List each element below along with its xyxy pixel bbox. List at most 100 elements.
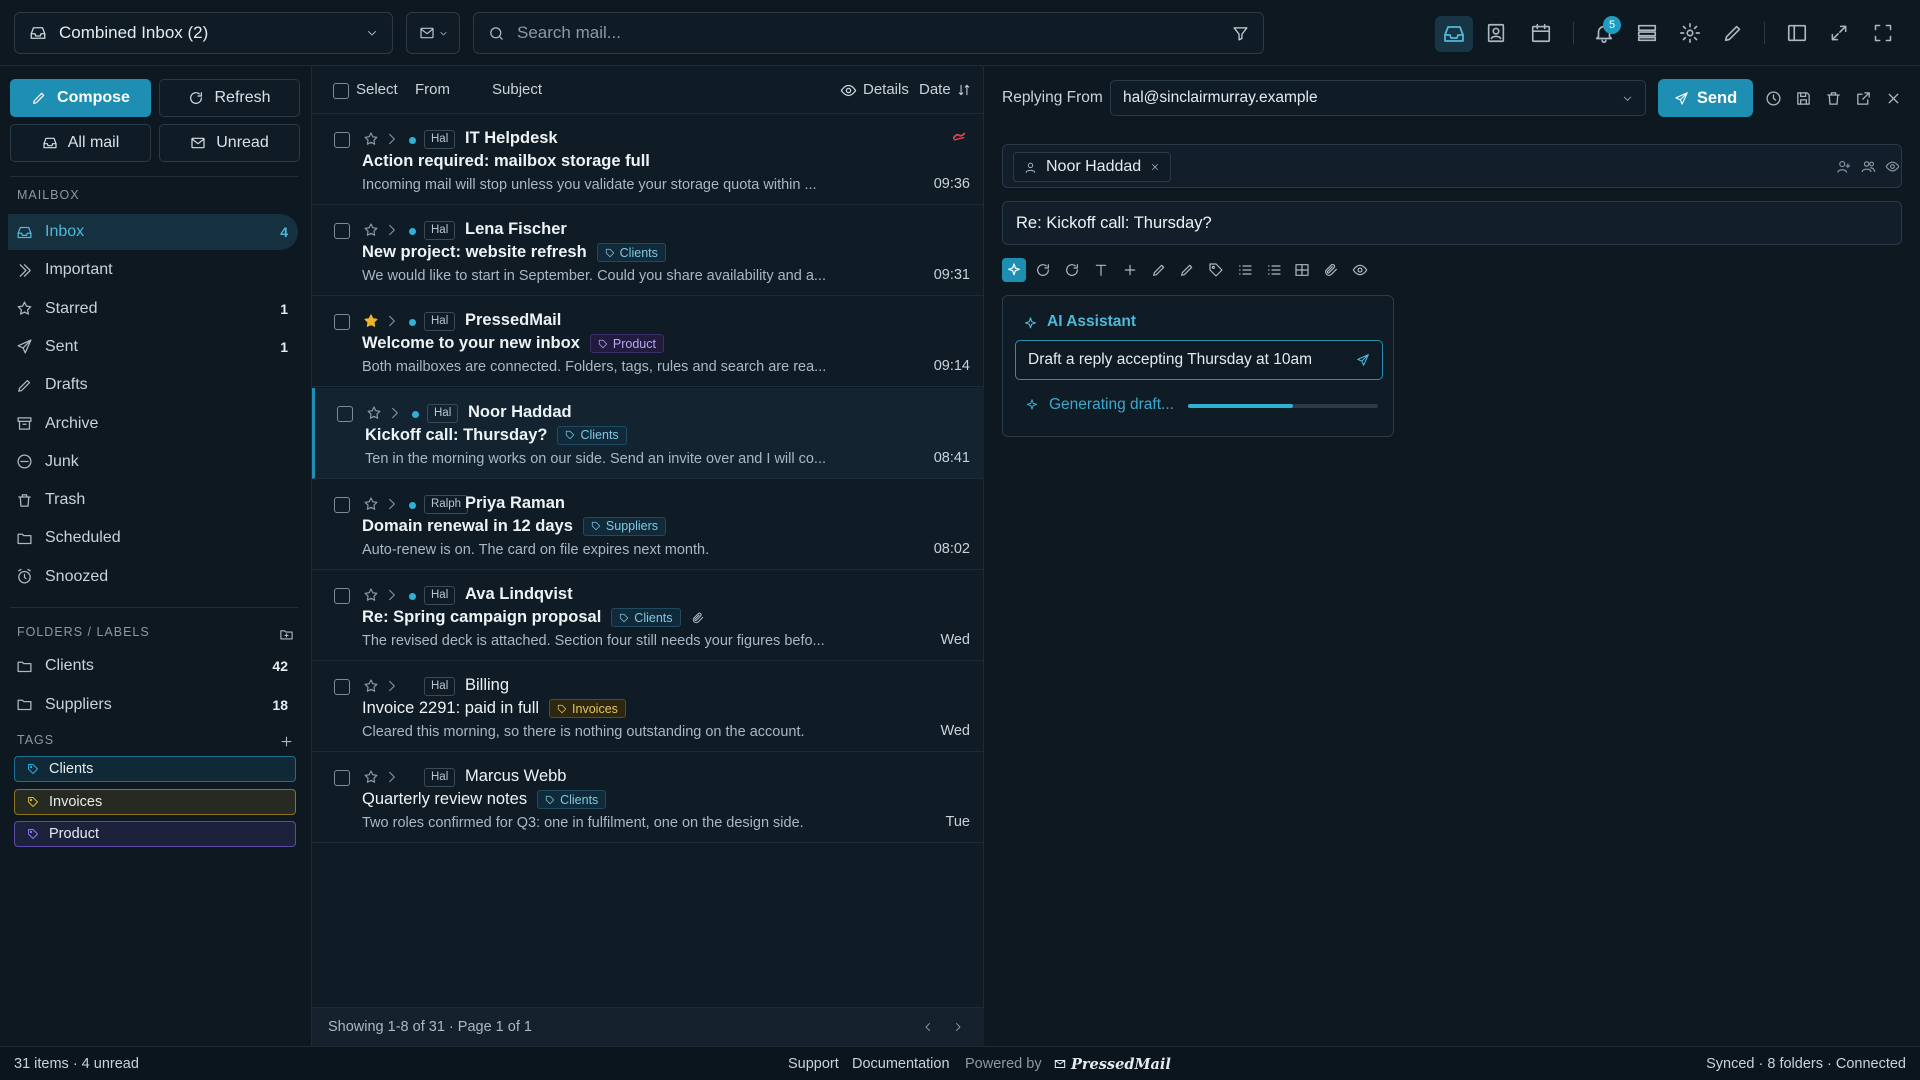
star-icon[interactable] [363, 131, 379, 147]
star-icon[interactable] [363, 496, 379, 512]
support-link[interactable]: Support [788, 1056, 839, 1072]
folder-item-clients[interactable]: Clients 42 [8, 648, 298, 684]
undo-icon[interactable] [1035, 262, 1051, 278]
filter-icon[interactable] [1232, 25, 1249, 42]
add-bcc-icon[interactable] [1861, 159, 1876, 174]
row-checkbox[interactable] [334, 770, 350, 787]
date-sort-header[interactable]: Date [919, 81, 951, 98]
message-row[interactable]: Hal Noor Haddad Kickoff call: Thursday? Cli… [312, 387, 984, 479]
preview-eye-icon[interactable] [1352, 262, 1368, 278]
grid-icon[interactable] [1294, 262, 1310, 278]
sidebar-item-inbox[interactable]: Inbox 4 [8, 214, 298, 250]
text-format-icon[interactable] [1093, 262, 1109, 278]
details-toggle[interactable]: Details [863, 81, 909, 98]
important-icon[interactable] [385, 769, 399, 785]
sidebar-item-scheduled[interactable]: Scheduled [8, 520, 298, 556]
important-icon[interactable] [385, 131, 399, 147]
message-row[interactable]: Hal Billing Invoice 2291: paid in full Invo… [312, 661, 984, 753]
calendar-icon[interactable] [1530, 22, 1552, 44]
important-icon[interactable] [385, 222, 399, 238]
subject-column-header[interactable]: Subject [492, 81, 542, 98]
all-mail-button[interactable]: All mail [10, 124, 151, 162]
star-icon[interactable] [366, 405, 382, 421]
from-address-select[interactable]: hal@sinclairmurray.example [1110, 80, 1646, 116]
recipient-chip[interactable]: Noor Haddad [1013, 152, 1172, 182]
star-icon[interactable] [363, 222, 379, 238]
important-icon[interactable] [385, 313, 399, 329]
numbered-list-icon[interactable] [1266, 262, 1282, 278]
pencil-icon[interactable] [1151, 262, 1167, 278]
select-all-checkbox[interactable] [333, 83, 349, 99]
flag-icon[interactable] [950, 130, 968, 144]
attachment-icon[interactable] [1323, 262, 1339, 278]
message-row[interactable]: Hal Lena Fischer New project: website refr… [312, 205, 984, 297]
row-checkbox[interactable] [334, 679, 350, 696]
bell-icon[interactable]: 5 [1593, 16, 1621, 44]
sidebar-item-drafts[interactable]: Drafts [8, 367, 298, 403]
sidebar-item-starred[interactable]: Starred 1 [8, 291, 298, 327]
schedule-icon[interactable] [1765, 90, 1782, 107]
popout-icon[interactable] [1855, 90, 1872, 107]
chevron-right-icon[interactable] [952, 1021, 964, 1033]
send-icon[interactable] [1356, 353, 1370, 367]
star-icon[interactable] [363, 587, 379, 603]
redo-icon[interactable] [1064, 262, 1080, 278]
trash-icon[interactable] [1825, 90, 1842, 107]
star-icon[interactable] [363, 769, 379, 785]
message-row[interactable]: Hal Ava Lindqvist Re: Spring campaign prop… [312, 570, 984, 661]
to-field[interactable]: Noor Haddad [1002, 144, 1902, 188]
row-checkbox[interactable] [334, 223, 350, 240]
send-button[interactable]: Send [1658, 79, 1753, 117]
row-checkbox[interactable] [334, 132, 350, 148]
subject-input[interactable] [1016, 213, 1888, 233]
sidebar-item-trash[interactable]: Trash [8, 482, 298, 518]
from-column-header[interactable]: From [415, 81, 450, 98]
layout-rows-icon[interactable] [1636, 22, 1658, 44]
bullet-list-icon[interactable] [1237, 262, 1253, 278]
sidebar-toggle-icon[interactable] [1786, 22, 1808, 44]
tag-icon[interactable] [1208, 262, 1224, 278]
row-checkbox[interactable] [334, 588, 350, 604]
sort-icon[interactable] [957, 83, 971, 97]
save-icon[interactable] [1795, 90, 1812, 107]
pen-icon[interactable] [1722, 22, 1744, 44]
important-icon[interactable] [385, 678, 399, 694]
plus-icon[interactable] [1122, 262, 1138, 278]
message-row[interactable]: Hal Marcus Webb Quarterly review notes Clie… [312, 752, 984, 844]
select-label[interactable]: Select [356, 81, 398, 98]
important-icon[interactable] [385, 496, 399, 512]
folder-item-suppliers[interactable]: Suppliers 18 [8, 687, 298, 723]
message-row[interactable]: Hal PressedMail Welcome to your new inbox P… [312, 296, 984, 388]
sidebar-item-sent[interactable]: Sent 1 [8, 329, 298, 365]
tag-item-invoices[interactable]: Invoices [14, 788, 296, 815]
sidebar-item-junk[interactable]: Junk [8, 444, 298, 480]
remove-recipient-icon[interactable] [1150, 162, 1160, 172]
documentation-link[interactable]: Documentation [852, 1056, 950, 1072]
highlight-icon[interactable] [1179, 262, 1195, 278]
sidebar-item-snoozed[interactable]: Snoozed [8, 559, 298, 595]
tag-item-clients[interactable]: Clients [14, 756, 296, 782]
unread-button[interactable]: Unread [159, 124, 300, 162]
add-tag-icon[interactable] [279, 734, 294, 749]
add-cc-icon[interactable] [1836, 159, 1851, 174]
message-row[interactable]: Hal IT Helpdesk Action required: mailbox s… [312, 114, 984, 205]
eye-icon[interactable] [1885, 159, 1900, 174]
mailbox-switch-button[interactable] [406, 12, 460, 54]
star-icon[interactable] [363, 313, 379, 329]
message-row[interactable]: Ralph Priya Raman Domain renewal in 12 day… [312, 479, 984, 570]
row-checkbox[interactable] [337, 405, 353, 422]
close-icon[interactable] [1885, 90, 1902, 107]
search-input[interactable] [517, 23, 1220, 43]
inbox-selector[interactable]: Combined Inbox (2) [14, 12, 393, 54]
compose-button[interactable]: Compose [10, 79, 151, 117]
mail-view-icon[interactable] [1435, 16, 1473, 52]
chevron-left-icon[interactable] [922, 1021, 934, 1033]
important-icon[interactable] [388, 405, 402, 421]
row-checkbox[interactable] [334, 314, 350, 331]
star-icon[interactable] [363, 678, 379, 694]
contacts-icon[interactable] [1485, 22, 1507, 44]
new-folder-icon[interactable] [279, 627, 294, 642]
sidebar-item-important[interactable]: Important [8, 252, 298, 288]
important-icon[interactable] [385, 587, 399, 603]
eye-icon[interactable] [840, 82, 857, 99]
